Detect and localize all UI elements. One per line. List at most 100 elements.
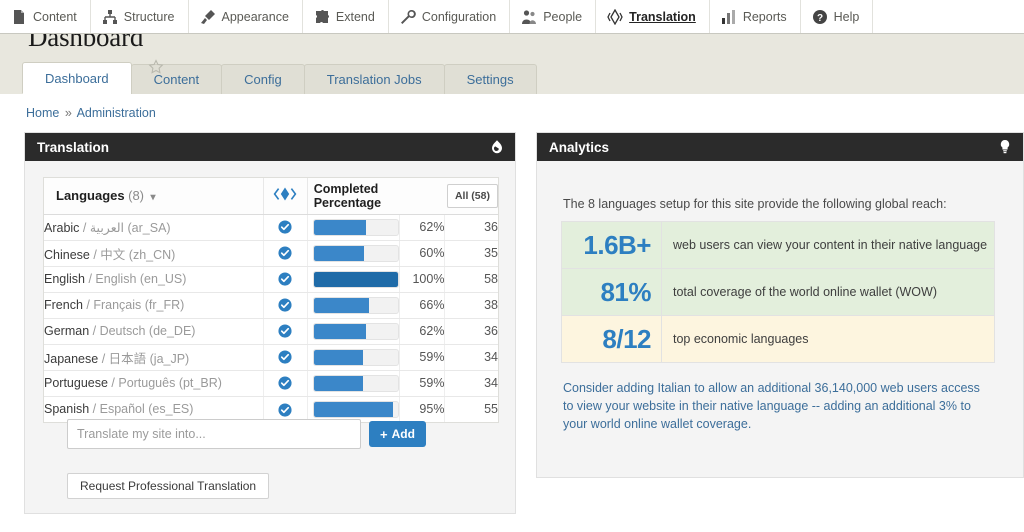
translated-count: 34	[445, 344, 498, 370]
stat-value-cell: 8/12	[562, 316, 662, 363]
language-code: (ar_SA)	[128, 221, 171, 235]
stat-description: total coverage of the world online walle…	[662, 269, 995, 316]
language-code: (es_ES)	[148, 402, 193, 416]
toolbar-item-label: Appearance	[222, 10, 289, 24]
toolbar-item-label: People	[543, 10, 582, 24]
people-icon	[521, 9, 537, 25]
translated-count: 36	[445, 214, 498, 240]
add-language-button[interactable]: + Add	[369, 421, 426, 447]
progress-bar-cell	[307, 344, 399, 370]
tab-translation-jobs[interactable]: Translation Jobs	[304, 64, 445, 94]
tab-content[interactable]: Content	[131, 64, 223, 94]
drupal-drop-icon[interactable]	[489, 139, 505, 155]
translation-panel: Translation Languages (8) ▾	[24, 132, 516, 514]
toolbar-item-label: Extend	[336, 10, 375, 24]
check-circle-icon[interactable]	[278, 272, 292, 286]
percent-label: 59%	[399, 344, 445, 370]
all-filter-badge[interactable]: All (58)	[447, 184, 498, 208]
toolbar-item-people[interactable]: People	[510, 0, 596, 33]
toolbar-item-content[interactable]: Content	[0, 0, 91, 33]
toolbar-item-structure[interactable]: Structure	[91, 0, 189, 33]
analytics-panel-header: Analytics	[537, 133, 1023, 161]
stat-row: 1.6B+ web users can view your content in…	[562, 222, 995, 269]
progress-bar-cell	[307, 266, 399, 292]
progress-track	[313, 349, 399, 366]
question-mark-icon: ?	[812, 9, 828, 25]
lightbulb-icon[interactable]	[997, 139, 1013, 155]
toolbar-item-label: Configuration	[422, 10, 496, 24]
percent-label: 62%	[399, 318, 445, 344]
language-enabled-cell[interactable]	[264, 292, 308, 318]
tab-dashboard[interactable]: Dashboard	[22, 62, 132, 94]
stat-row: 81% total coverage of the world online w…	[562, 269, 995, 316]
analytics-recommendation-link[interactable]: Consider adding Italian to allow an addi…	[563, 379, 987, 433]
toolbar-item-appearance[interactable]: Appearance	[189, 0, 303, 33]
content-area: Home » Administration Translation Langua…	[0, 94, 1024, 532]
svg-text:?: ?	[817, 13, 823, 24]
languages-table-container: Languages (8) ▾	[43, 177, 499, 423]
language-enabled-cell[interactable]	[264, 266, 308, 292]
translated-count: 36	[445, 318, 498, 344]
language-native-name: / العربية	[79, 221, 127, 235]
progress-fill	[314, 220, 366, 235]
table-row[interactable]: German / Deutsch (de_DE) 62%36	[44, 318, 498, 344]
table-row[interactable]: Chinese / 中文 (zh_CN)60%35	[44, 240, 498, 266]
check-circle-icon[interactable]	[278, 324, 292, 338]
breadcrumb-home[interactable]: Home	[26, 106, 59, 120]
stat-value-cell: 1.6B+	[562, 222, 662, 269]
tab-settings[interactable]: Settings	[444, 64, 537, 94]
progress-track	[313, 297, 399, 314]
table-row[interactable]: French / Français (fr_FR)66%38	[44, 292, 498, 318]
progress-fill	[314, 324, 366, 339]
header-completed-percentage: Completed Percentage	[307, 178, 445, 214]
check-circle-icon[interactable]	[278, 298, 292, 312]
chevron-down-icon[interactable]: ▾	[150, 192, 155, 203]
global-reach-stats-table: 1.6B+ web users can view your content in…	[561, 221, 995, 363]
progress-track	[313, 401, 399, 418]
check-circle-icon[interactable]	[278, 246, 292, 260]
language-name-cell: English / English (en_US)	[44, 266, 264, 292]
request-professional-translation-button[interactable]: Request Professional Translation	[67, 473, 269, 499]
languages-table-body: Arabic / العربية (ar_SA)62%36Chinese / 中…	[44, 214, 498, 422]
toolbar-item-configuration[interactable]: Configuration	[389, 0, 510, 33]
toolbar-item-label: Help	[834, 10, 860, 24]
toolbar-item-translation[interactable]: Translation	[596, 0, 710, 33]
language-name: English	[44, 272, 85, 286]
language-enabled-cell[interactable]	[264, 240, 308, 266]
toolbar-item-help[interactable]: ? Help	[801, 0, 874, 33]
percent-label: 59%	[399, 370, 445, 396]
table-row[interactable]: English / English (en_US)100%58	[44, 266, 498, 292]
check-circle-icon[interactable]	[278, 220, 292, 234]
header-all-filter[interactable]: All (58)	[445, 178, 498, 214]
breadcrumb-administration[interactable]: Administration	[77, 106, 156, 120]
check-circle-icon[interactable]	[278, 403, 292, 417]
toolbar-item-reports[interactable]: Reports	[710, 0, 801, 33]
toolbar-item-label: Reports	[743, 10, 787, 24]
progress-track	[313, 323, 399, 340]
tab-config[interactable]: Config	[221, 64, 305, 94]
toolbar-item-extend[interactable]: Extend	[303, 0, 389, 33]
translate-site-input[interactable]	[67, 419, 361, 449]
translated-count: 35	[445, 240, 498, 266]
header-languages[interactable]: Languages (8) ▾	[44, 178, 264, 214]
language-name: Arabic	[44, 221, 79, 235]
language-enabled-cell[interactable]	[264, 344, 308, 370]
check-circle-icon[interactable]	[278, 350, 292, 364]
language-name-cell: Japanese / 日本語 (ja_JP)	[44, 344, 264, 370]
language-enabled-cell[interactable]	[264, 370, 308, 396]
table-row[interactable]: Portuguese / Português (pt_BR)59%34	[44, 370, 498, 396]
check-circle-icon[interactable]	[278, 376, 292, 390]
stat-value: 8/12	[602, 324, 651, 354]
language-enabled-cell[interactable]	[264, 318, 308, 344]
table-row[interactable]: Arabic / العربية (ar_SA)62%36	[44, 214, 498, 240]
percent-label: 100%	[399, 266, 445, 292]
table-row[interactable]: Japanese / 日本語 (ja_JP) 59%34	[44, 344, 498, 370]
language-name-cell: German / Deutsch (de_DE)	[44, 318, 264, 344]
language-name: Japanese	[44, 352, 98, 366]
global-reach-stats-body: 1.6B+ web users can view your content in…	[562, 222, 995, 363]
language-enabled-cell[interactable]	[264, 214, 308, 240]
star-outline-icon[interactable]	[148, 59, 164, 75]
plus-icon: +	[380, 428, 388, 441]
sitemap-icon	[102, 9, 118, 25]
puzzle-piece-icon	[314, 9, 330, 25]
